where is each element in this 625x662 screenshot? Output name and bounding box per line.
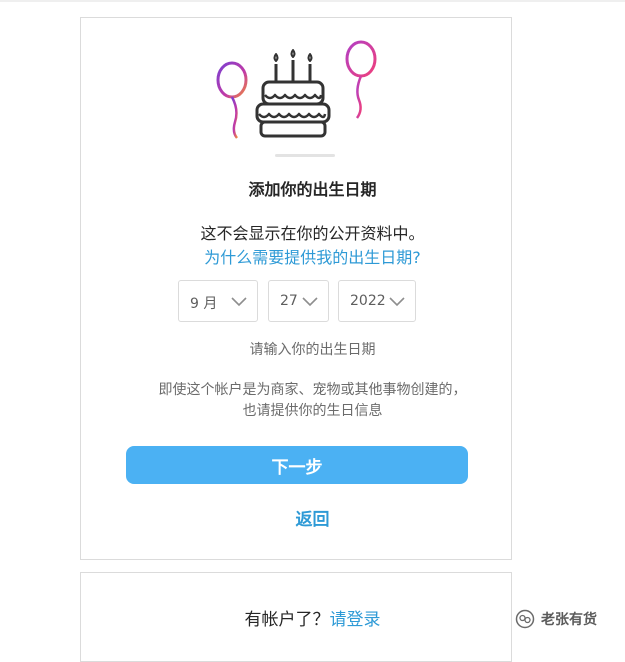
note-line-1: 即使这个帐户是为商家、宠物或其他事物创建的， [158, 382, 467, 398]
illustration-base-line [275, 154, 335, 157]
cake-icon [255, 49, 331, 138]
privacy-note: 这不会显示在你的公开资料中。 [200, 224, 425, 243]
have-account-text: 有帐户了？ [244, 610, 330, 630]
login-link[interactable]: 请登录 [330, 610, 381, 630]
birthday-year-select[interactable]: 2022 [338, 280, 416, 322]
note-line-2: 也请提供你的生日信息 [242, 403, 383, 419]
month-value: 9 月 [190, 296, 218, 312]
chevron-down-icon [231, 297, 247, 307]
chevron-down-icon [389, 297, 405, 307]
birthday-hint: 请输入你的出生日期 [249, 342, 376, 358]
chevron-down-icon [302, 297, 318, 307]
right-balloon-icon [345, 40, 377, 119]
page-title: 添加你的出生日期 [248, 180, 377, 199]
top-divider [0, 0, 625, 2]
wechat-official-account-icon [515, 609, 535, 629]
back-link[interactable]: 返回 [0, 505, 625, 530]
birthday-month-select[interactable]: 9 月 [178, 280, 258, 322]
watermark: 老张有货 [515, 606, 597, 632]
birthday-cake-illustration [216, 40, 377, 157]
year-value: 2022 [350, 293, 386, 309]
business-account-note: 即使这个帐户是为商家、宠物或其他事物创建的， 也请提供你的生日信息 [0, 380, 625, 422]
next-button[interactable]: 下一步 [126, 446, 468, 484]
day-value: 27 [280, 293, 298, 309]
watermark-text: 老张有货 [541, 612, 597, 628]
birthday-day-select[interactable]: 27 [268, 280, 329, 322]
why-birthday-link[interactable]: 为什么需要提供我的出生日期? [0, 244, 625, 268]
left-balloon-icon [216, 61, 248, 139]
